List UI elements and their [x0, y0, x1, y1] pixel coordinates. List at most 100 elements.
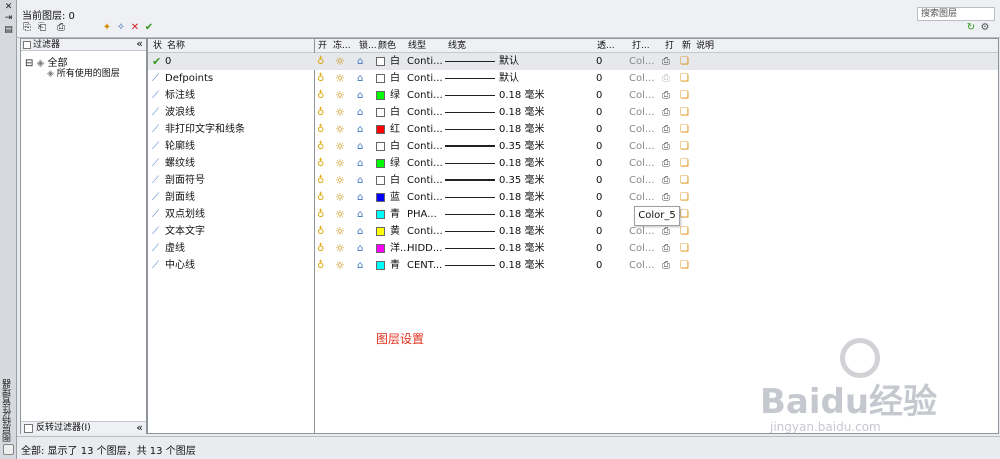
unlock-icon[interactable]: ⌂ — [357, 189, 363, 206]
printer-icon[interactable]: ⎙ — [662, 172, 670, 189]
color-swatch[interactable] — [376, 57, 385, 66]
col-new-vp-freeze[interactable]: 新 — [682, 39, 691, 53]
palette-menu-icon[interactable] — [3, 444, 14, 455]
transparency[interactable]: 0 — [596, 121, 602, 138]
printer-icon[interactable]: ⎙ — [662, 257, 670, 274]
new-vp-freeze-icon[interactable]: ❏ — [680, 257, 689, 274]
linetype[interactable]: PHA... — [407, 206, 437, 223]
new-vp-freeze-icon[interactable]: ❏ — [680, 172, 689, 189]
unlock-icon[interactable]: ⌂ — [357, 155, 363, 172]
color-swatch[interactable] — [376, 159, 385, 168]
lineweight[interactable]: 0.18 毫米 — [499, 121, 544, 138]
layer-row[interactable]: ⟋ 螺纹线 ♁ ☼ ⌂ 绿 Conti... 0.18 毫米 0 Col... ⎙ ❏ — [148, 155, 998, 172]
sun-icon[interactable]: ☼ — [335, 155, 345, 172]
col-description[interactable]: 说明 — [696, 39, 714, 53]
layer-row[interactable]: ⟋ 非打印文字和线条 ♁ ☼ ⌂ 红 Conti... 0.18 毫米 0 Col... ⎙ ❏ — [148, 121, 998, 138]
col-freeze[interactable]: 冻... — [333, 39, 351, 53]
layer-name[interactable]: 双点划线 — [165, 206, 205, 223]
color-name[interactable]: 白 — [390, 172, 400, 189]
transparency[interactable]: 0 — [596, 104, 602, 121]
linetype[interactable]: Conti... — [407, 70, 443, 87]
lineweight[interactable]: 0.18 毫米 — [499, 104, 544, 121]
tree-node-all-used[interactable]: ◈ 所有使用的图层 — [47, 66, 120, 79]
printer-icon[interactable]: ⎙ — [662, 138, 670, 155]
color-name[interactable]: 青 — [390, 206, 400, 223]
layer-name[interactable]: 虚线 — [165, 240, 185, 257]
color-name[interactable]: 白 — [390, 70, 400, 87]
sun-icon[interactable]: ☼ — [335, 257, 345, 274]
color-swatch[interactable] — [376, 244, 385, 253]
col-on[interactable]: 开 — [318, 39, 327, 53]
lightbulb-icon[interactable]: ♁ — [317, 189, 324, 206]
color-swatch[interactable] — [376, 210, 385, 219]
lightbulb-icon[interactable]: ♁ — [317, 155, 324, 172]
lineweight[interactable]: 0.35 毫米 — [499, 138, 544, 155]
layer-row[interactable]: ⟋ 标注线 ♁ ☼ ⌂ 绿 Conti... 0.18 毫米 0 Col... ⎙ ❏ — [148, 87, 998, 104]
color-swatch[interactable] — [376, 261, 385, 270]
linetype[interactable]: Conti... — [407, 121, 443, 138]
layer-name[interactable]: 波浪线 — [165, 104, 195, 121]
col-lock[interactable]: 锁... — [359, 39, 377, 53]
color-swatch[interactable] — [376, 193, 385, 202]
lineweight[interactable]: 0.35 毫米 — [499, 172, 544, 189]
layer-name[interactable]: 轮廓线 — [165, 138, 195, 155]
linetype[interactable]: Conti... — [407, 189, 443, 206]
linetype[interactable]: Conti... — [407, 223, 443, 240]
lightbulb-icon[interactable]: ♁ — [317, 206, 324, 223]
layer-row[interactable]: ✔ 0 ♁ ☼ ⌂ 白 Conti... 默认 0 Col... ⎙ ❏ — [148, 53, 998, 70]
layer-name[interactable]: 中心线 — [165, 257, 195, 274]
linetype[interactable]: Conti... — [407, 53, 443, 70]
unlock-icon[interactable]: ⌂ — [357, 172, 363, 189]
linetype[interactable]: CENT... — [407, 257, 442, 274]
layer-row[interactable]: ⟋ 剖面线 ♁ ☼ ⌂ 蓝 Conti... 0.18 毫米 0 Col... ⎙ ❏ — [148, 189, 998, 206]
linetype[interactable]: Conti... — [407, 87, 443, 104]
invert-filter-checkbox[interactable] — [24, 424, 33, 433]
plot-style[interactable]: Col... — [629, 53, 654, 70]
printer-icon[interactable]: ⎙ — [662, 70, 670, 87]
transparency[interactable]: 0 — [596, 87, 602, 104]
set-current-icon[interactable]: ✔ — [143, 22, 155, 34]
new-vp-freeze-icon[interactable]: ❏ — [680, 121, 689, 138]
unlock-icon[interactable]: ⌂ — [357, 206, 363, 223]
color-swatch[interactable] — [376, 176, 385, 185]
col-name[interactable]: 名称 — [167, 39, 185, 53]
collapse-filter-icon[interactable]: « — [136, 38, 143, 50]
color-swatch[interactable] — [376, 91, 385, 100]
color-name[interactable]: 白 — [390, 104, 400, 121]
new-vp-freeze-icon[interactable]: ❏ — [680, 138, 689, 155]
printer-icon[interactable]: ⎙ — [662, 87, 670, 104]
lightbulb-icon[interactable]: ♁ — [317, 121, 324, 138]
search-layer-input[interactable]: 搜索图层 — [917, 7, 995, 21]
sun-icon[interactable]: ☼ — [335, 189, 345, 206]
transparency[interactable]: 0 — [596, 70, 602, 87]
new-vp-freeze-icon[interactable]: ❏ — [680, 189, 689, 206]
col-status[interactable]: 状 — [153, 39, 162, 53]
layer-name[interactable]: 0 — [165, 53, 171, 70]
printer-icon[interactable]: ⎙ — [662, 121, 670, 138]
sun-icon[interactable]: ☼ — [335, 172, 345, 189]
new-vp-freeze-icon[interactable]: ❏ — [680, 87, 689, 104]
color-name[interactable]: 蓝 — [390, 189, 400, 206]
new-vp-freeze-icon[interactable]: ❏ — [680, 223, 689, 240]
sun-icon[interactable]: ☼ — [335, 138, 345, 155]
layer-row[interactable]: ⟋ 虚线 ♁ ☼ ⌂ 洋... HIDD... 0.18 毫米 0 Col... ⎙ ❏ — [148, 240, 998, 257]
layer-row[interactable]: ⟋ 中心线 ♁ ☼ ⌂ 青 CENT... 0.18 毫米 0 Col... ⎙ ❏ — [148, 257, 998, 274]
transparency[interactable]: 0 — [596, 240, 602, 257]
sun-icon[interactable]: ☼ — [335, 206, 345, 223]
linetype[interactable]: Conti... — [407, 155, 443, 172]
refresh-icon[interactable]: ↻ — [965, 22, 977, 34]
lineweight[interactable]: 默认 — [499, 70, 519, 87]
transparency[interactable]: 0 — [596, 53, 602, 70]
layer-name[interactable]: Defpoints — [165, 70, 213, 87]
lineweight[interactable]: 0.18 毫米 — [499, 240, 544, 257]
transparency[interactable]: 0 — [596, 138, 602, 155]
printer-icon[interactable]: ⎙ — [662, 104, 670, 121]
plot-style[interactable]: Col... — [629, 172, 654, 189]
transparency[interactable]: 0 — [596, 223, 602, 240]
new-vp-freeze-icon[interactable]: ❏ — [680, 53, 689, 70]
lightbulb-icon[interactable]: ♁ — [317, 53, 324, 70]
transparency[interactable]: 0 — [596, 257, 602, 274]
new-group-filter-icon[interactable]: ⎗ — [36, 22, 48, 34]
color-name[interactable]: 白 — [390, 53, 400, 70]
lineweight[interactable]: 默认 — [499, 53, 519, 70]
